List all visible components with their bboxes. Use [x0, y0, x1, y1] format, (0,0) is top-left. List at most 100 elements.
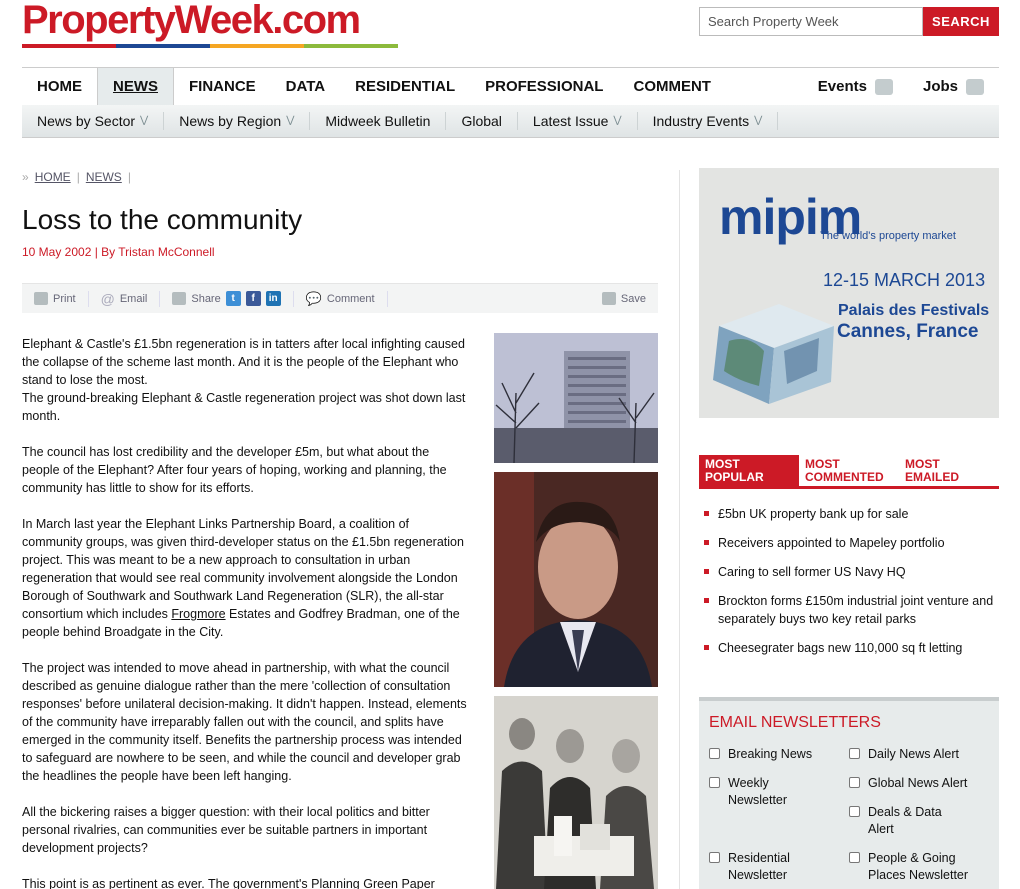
paragraph: The project was intended to move ahead i… [22, 661, 467, 783]
article-toolbar: Print @ Email Share t f in 💬 Comment Save [22, 283, 658, 313]
subnav-label: Global [461, 113, 502, 129]
breadcrumb-news[interactable]: NEWS [86, 170, 122, 184]
nav-professional[interactable]: PROFESSIONAL [470, 68, 618, 105]
subnav-news-by-sector[interactable]: News by Sector ⋁ [22, 112, 165, 130]
nav-comment[interactable]: COMMENT [618, 68, 726, 105]
newsletter-option[interactable]: People & Going Places Newsletter [849, 850, 979, 884]
list-item[interactable]: Brockton forms £150m industrial joint ve… [704, 592, 994, 628]
breadcrumb-home[interactable]: HOME [35, 170, 71, 184]
print-label: Print [53, 292, 76, 305]
newsletter-option[interactable]: Weekly Newsletter [709, 775, 809, 809]
ad-venue: Palais des Festivals [838, 302, 990, 319]
print-icon [34, 292, 48, 305]
paragraph: Elephant & Castle's £1.5bn regeneration … [22, 335, 470, 425]
checkbox[interactable] [849, 852, 860, 863]
ad-tagline: The world's property market [820, 230, 956, 242]
nav-data[interactable]: DATA [271, 68, 340, 105]
newsletter-option[interactable]: Global News Alert [849, 775, 989, 792]
breadcrumb-separator: | [76, 170, 80, 184]
portrait-photo [494, 472, 658, 687]
subnav-label: News by Sector [37, 113, 136, 129]
list-item[interactable]: £5bn UK property bank up for sale [704, 505, 994, 523]
speech-bubble-icon: 💬 [305, 290, 322, 306]
archive-photo [494, 696, 658, 889]
newsletter-label: Breaking News [728, 747, 813, 761]
chevron-down-icon: ⋁ [613, 115, 622, 126]
article-title: Loss to the community [22, 204, 303, 235]
nav-jobs-label: Jobs [922, 78, 958, 95]
checkbox[interactable] [849, 748, 860, 759]
checkbox[interactable] [709, 777, 720, 788]
checkbox[interactable] [849, 777, 860, 788]
checkbox[interactable] [709, 852, 720, 863]
paragraph: In March last year the Elephant Links Pa… [22, 515, 470, 641]
chevron-down-icon: ⋁ [286, 115, 295, 126]
share-button[interactable]: Share t f in [160, 290, 294, 307]
paragraph-text: In March last year the Elephant Links Pa… [22, 517, 464, 621]
newsletter-label: Residential Newsletter [728, 851, 790, 882]
column-divider [679, 170, 680, 889]
linkedin-icon[interactable]: in [265, 291, 281, 306]
ad-city: Cannes, France [837, 321, 979, 342]
subnav-latest-issue[interactable]: Latest Issue ⋁ [518, 112, 638, 130]
subnav-label: Latest Issue [532, 113, 609, 129]
subnav-label: News by Region [179, 113, 282, 129]
paragraph-text: Elephant & Castle's £1.5bn regeneration … [22, 337, 465, 387]
checkbox[interactable] [709, 748, 720, 759]
search-input[interactable]: Search Property Week [699, 7, 923, 36]
list-item[interactable]: Receivers appointed to Mapeley portfolio [704, 534, 994, 552]
building-photo [494, 333, 658, 463]
search-button[interactable]: SEARCH [923, 7, 999, 36]
ad-date: 12-15 MARCH 2013 [823, 270, 986, 290]
newsletter-label: Daily News Alert [868, 747, 959, 761]
paragraph: All the bickering raises a bigger questi… [22, 805, 430, 855]
sub-nav: News by Sector ⋁ News by Region ⋁ Midweek … [22, 105, 999, 138]
twitter-icon[interactable]: t [225, 291, 241, 306]
newsletter-option[interactable]: Deals & Data Alert [849, 804, 949, 838]
checkbox[interactable] [849, 806, 860, 817]
nav-home[interactable]: HOME [22, 68, 97, 105]
subnav-midweek-bulletin[interactable]: Midweek Bulletin [310, 112, 447, 130]
save-button[interactable]: Save [601, 292, 658, 305]
newsletter-option[interactable]: Residential Newsletter [709, 850, 809, 884]
chevron-down-icon: ⋁ [754, 115, 763, 126]
subnav-global[interactable]: Global [446, 112, 518, 130]
globe-cube-graphic [713, 304, 834, 404]
tab-most-emailed[interactable]: MOST EMAILED [899, 455, 999, 486]
people-icon [874, 78, 893, 95]
list-item[interactable]: Cheesegrater bags new 110,000 sq ft lett… [704, 639, 994, 657]
facebook-icon[interactable]: f [245, 291, 261, 306]
newsletter-label: Weekly Newsletter [728, 776, 788, 807]
briefcase-icon [966, 78, 984, 95]
tab-most-popular[interactable]: MOST POPULAR [699, 455, 799, 486]
tab-most-commented[interactable]: MOST COMMENTED [799, 455, 899, 486]
newsletter-option[interactable]: Daily News Alert [849, 746, 989, 763]
print-button[interactable]: Print [22, 290, 89, 307]
comment-button[interactable]: 💬 Comment [294, 290, 388, 307]
email-button[interactable]: @ Email [89, 290, 161, 307]
subnav-news-by-region[interactable]: News by Region ⋁ [164, 112, 311, 130]
save-icon [601, 292, 616, 305]
nav-finance[interactable]: FINANCE [174, 68, 271, 105]
list-item[interactable]: Caring to sell former US Navy HQ [704, 563, 994, 581]
newsletter-label: Global News Alert [868, 776, 968, 790]
frogmore-link[interactable]: Frogmore [171, 607, 225, 621]
email-newsletters-panel: EMAIL NEWSLETTERS Breaking News Daily Ne… [699, 697, 999, 889]
site-logo[interactable]: PropertyWeek.com [22, 0, 361, 40]
nav-events-label: Events [817, 78, 867, 95]
comment-label: Comment [326, 292, 375, 305]
nav-events[interactable]: Events [803, 68, 908, 105]
nav-jobs[interactable]: Jobs [908, 68, 999, 105]
subnav-industry-events[interactable]: Industry Events ⋁ [638, 112, 779, 130]
nav-news[interactable]: NEWS [97, 68, 174, 105]
paragraph: The council has lost credibility and the… [22, 445, 447, 495]
paragraph-text: The ground-breaking Elephant & Castle re… [22, 391, 466, 423]
chevron-down-icon: ⋁ [140, 115, 149, 126]
subnav-label: Industry Events [652, 113, 750, 129]
nav-residential[interactable]: RESIDENTIAL [340, 68, 470, 105]
subnav-label: Midweek Bulletin [325, 113, 431, 129]
at-icon: @ [100, 290, 115, 307]
mipim-advert[interactable]: mipim The world's property market 12-15 … [699, 168, 999, 418]
newsletter-option[interactable]: Breaking News [709, 746, 839, 763]
article-body: Elephant & Castle's £1.5bn regeneration … [22, 335, 470, 889]
